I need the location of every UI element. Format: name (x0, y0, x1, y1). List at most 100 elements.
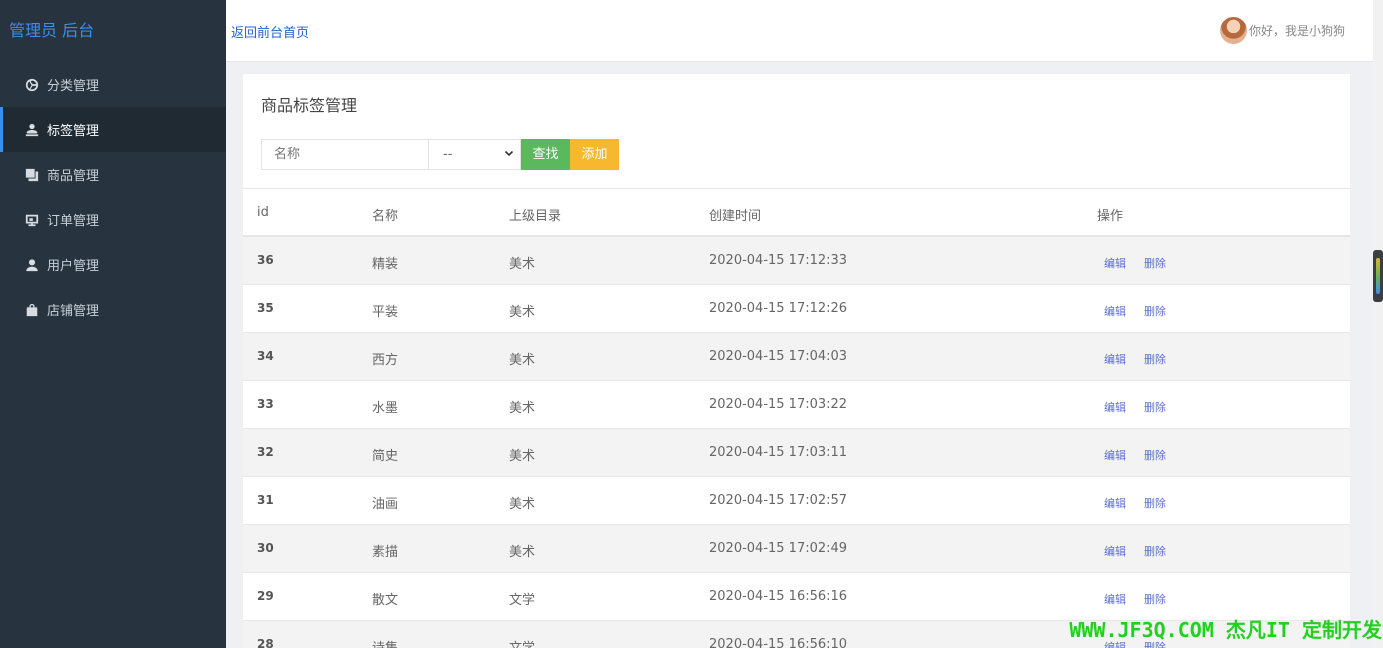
cell-parent: 美术 (509, 449, 536, 464)
sidebar-item-tags[interactable]: 标签管理 (0, 107, 226, 152)
user-greeting: 你好，我是小狗狗 (1248, 24, 1345, 38)
cell-id: 29 (257, 589, 274, 603)
sidebar-item-shops[interactable]: 店铺管理 (0, 287, 226, 332)
cell-id: 33 (257, 397, 274, 411)
cell-parent: 美术 (509, 401, 536, 416)
cell-name: 素描 (372, 545, 399, 560)
cell-time: 2020-04-15 17:03:22 (709, 397, 848, 412)
cell-parent: 美术 (509, 497, 536, 512)
cell-name: 水墨 (372, 401, 399, 416)
shop-bag-icon (24, 302, 40, 318)
chevron-down-icon (504, 147, 514, 162)
user-tag-icon (24, 122, 40, 138)
sidebar-item-label: 用户管理 (47, 259, 100, 274)
products-icon (24, 167, 40, 183)
cell-time: 2020-04-15 17:12:33 (709, 253, 848, 268)
name-search-input[interactable] (261, 139, 429, 170)
cell-parent: 文学 (509, 637, 535, 648)
watermark-text: WWW.JF3Q.COM 杰凡IT 定制开发 (1069, 618, 1382, 642)
edit-link[interactable]: 编辑 (1104, 495, 1126, 511)
sidebar-item-category[interactable]: 分类管理 (0, 62, 226, 107)
edit-link[interactable]: 编辑 (1104, 399, 1126, 415)
cell-parent: 文学 (509, 593, 536, 608)
column-header-id: id (257, 205, 269, 220)
cell-time: 2020-04-15 17:04:03 (709, 349, 848, 364)
cell-name: 西方 (372, 353, 399, 368)
parent-category-select[interactable]: -- (428, 139, 521, 170)
cell-parent: 美术 (509, 305, 536, 320)
edit-link[interactable]: 编辑 (1104, 591, 1126, 607)
select-value: -- (443, 147, 453, 162)
column-header-time: 创建时间 (709, 209, 762, 224)
cell-id: 28 (257, 637, 274, 648)
cell-name: 油画 (372, 497, 399, 512)
sidebar-item-label: 商品管理 (47, 169, 100, 184)
tag-management-panel: 商品标签管理 -- 查找 添加 id 名称 上级目录 创建时间 操作 36 精装… (243, 74, 1350, 648)
column-header-actions: 操作 (1097, 209, 1124, 224)
sidebar-item-label: 标签管理 (47, 124, 100, 139)
dashboard-icon (24, 77, 40, 93)
table-row: 32 简史 美术 2020-04-15 17:03:11 编辑 删除 (243, 429, 1350, 477)
sidebar-item-label: 店铺管理 (47, 304, 100, 319)
sidebar: 管理员 后台 分类管理 标签管理 商品管理 订单管理 用户管理 店铺管理 (0, 0, 226, 648)
delete-link[interactable]: 删除 (1144, 255, 1166, 271)
delete-link[interactable]: 删除 (1144, 399, 1166, 415)
scrollbar-thumb[interactable] (1373, 250, 1383, 302)
column-header-parent: 上级目录 (509, 209, 562, 224)
cell-name: 简史 (372, 449, 399, 464)
cell-time: 2020-04-15 16:56:16 (709, 589, 848, 604)
table-row: 34 西方 美术 2020-04-15 17:04:03 编辑 删除 (243, 333, 1350, 381)
cell-id: 31 (257, 493, 274, 507)
edit-link[interactable]: 编辑 (1104, 543, 1126, 559)
find-button[interactable]: 查找 (521, 139, 570, 170)
avatar (1219, 17, 1247, 44)
delete-link[interactable]: 删除 (1144, 495, 1166, 511)
cell-parent: 美术 (509, 353, 536, 368)
cell-name: 平装 (372, 305, 399, 320)
table-row: 33 水墨 美术 2020-04-15 17:03:22 编辑 删除 (243, 381, 1350, 429)
sidebar-item-products[interactable]: 商品管理 (0, 152, 226, 197)
column-header-name: 名称 (372, 209, 399, 224)
top-bar: 返回前台首页 你好，我是小狗狗 (226, 0, 1373, 62)
cell-id: 34 (257, 349, 274, 363)
table-row: 30 素描 美术 2020-04-15 17:02:49 编辑 删除 (243, 525, 1350, 573)
back-to-frontend-link[interactable]: 返回前台首页 (231, 22, 309, 41)
table-row: 31 油画 美术 2020-04-15 17:02:57 编辑 删除 (243, 477, 1350, 525)
cell-time: 2020-04-15 17:02:57 (709, 493, 848, 508)
page-title: 商品标签管理 (261, 96, 358, 115)
cell-id: 36 (257, 253, 274, 267)
page-scrollbar[interactable] (1373, 0, 1383, 648)
cell-name: 诗集 (372, 637, 398, 648)
delete-link[interactable]: 删除 (1144, 447, 1166, 463)
cell-time: 2020-04-15 17:02:49 (709, 541, 848, 556)
orders-icon (24, 212, 40, 228)
sidebar-item-label: 订单管理 (47, 214, 100, 229)
edit-link[interactable]: 编辑 (1104, 255, 1126, 271)
cell-parent: 美术 (509, 257, 536, 272)
sidebar-item-label: 分类管理 (47, 79, 100, 94)
edit-link[interactable]: 编辑 (1104, 351, 1126, 367)
cell-parent: 美术 (509, 545, 536, 560)
user-menu[interactable]: 你好，我是小狗狗 (1219, 17, 1345, 44)
table-row: 36 精装 美术 2020-04-15 17:12:33 编辑 删除 (243, 237, 1350, 285)
cell-id: 35 (257, 301, 274, 315)
edit-link[interactable]: 编辑 (1104, 447, 1126, 463)
delete-link[interactable]: 删除 (1144, 351, 1166, 367)
cell-time: 2020-04-15 17:03:11 (709, 445, 848, 460)
table-row: 35 平装 美术 2020-04-15 17:12:26 编辑 删除 (243, 285, 1350, 333)
delete-link[interactable]: 删除 (1144, 591, 1166, 607)
sidebar-item-orders[interactable]: 订单管理 (0, 197, 226, 242)
cell-time: 2020-04-15 16:56:10 (709, 637, 848, 648)
edit-link[interactable]: 编辑 (1104, 303, 1126, 319)
user-icon (24, 257, 40, 273)
cell-name: 散文 (372, 593, 399, 608)
delete-link[interactable]: 删除 (1144, 543, 1166, 559)
cell-id: 30 (257, 541, 274, 555)
cell-id: 32 (257, 445, 274, 459)
delete-link[interactable]: 删除 (1144, 303, 1166, 319)
cell-time: 2020-04-15 17:12:26 (709, 301, 848, 316)
brand-title: 管理员 后台 (9, 21, 95, 40)
table-header: id 名称 上级目录 创建时间 操作 (243, 188, 1350, 237)
add-button[interactable]: 添加 (570, 139, 619, 170)
sidebar-item-users[interactable]: 用户管理 (0, 242, 226, 287)
